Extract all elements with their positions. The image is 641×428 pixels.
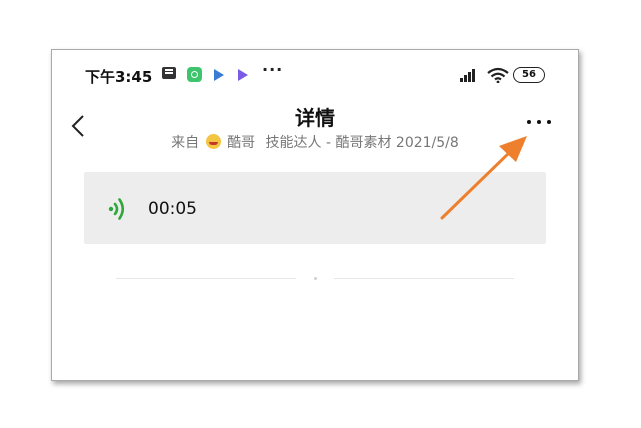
more-icon-dot: [527, 120, 531, 124]
phone-screen: 下午3:45 ··· 56 详情 来自 酷哥 技能达人 - 酷哥素材 2021/…: [51, 49, 579, 381]
more-icon-dot: [537, 120, 541, 124]
voice-duration: 00:05: [148, 199, 197, 219]
voice-wave-icon: [108, 198, 125, 220]
signal-icon: [460, 68, 480, 82]
message-source: 来自 酷哥 技能达人 - 酷哥素材 2021/5/8: [52, 132, 578, 152]
source-meta: 技能达人 - 酷哥素材 2021/5/8: [265, 135, 459, 151]
status-time: 下午3:45: [85, 68, 153, 86]
divider-right: [334, 278, 514, 279]
author-avatar-emoji: [205, 134, 221, 149]
video-app-notification-icon-2: [238, 69, 248, 81]
divider-left: [116, 278, 296, 279]
divider-dot: [314, 277, 317, 280]
message-notification-icon: [162, 67, 176, 79]
voice-message-bubble[interactable]: 00:05: [84, 172, 546, 244]
more-icon-dot: [547, 120, 551, 124]
status-more-notifications: ···: [262, 60, 284, 79]
page-title: 详情: [295, 106, 335, 130]
video-app-notification-icon: [214, 69, 224, 81]
battery-icon: 56: [513, 67, 545, 83]
source-prefix: 来自: [171, 135, 200, 151]
author-name: 酷哥: [227, 135, 256, 151]
status-bar: 下午3:45 ··· 56: [52, 60, 578, 86]
wifi-icon: [487, 67, 509, 83]
app-notification-icon: [187, 67, 202, 82]
more-options-button[interactable]: [526, 114, 552, 130]
